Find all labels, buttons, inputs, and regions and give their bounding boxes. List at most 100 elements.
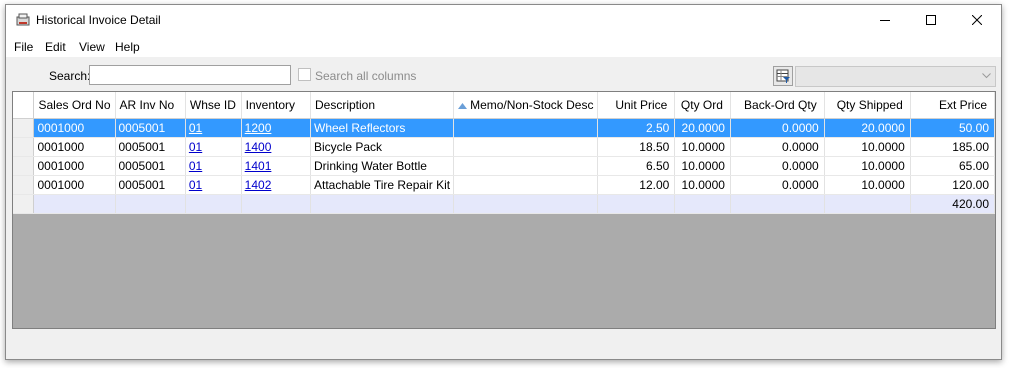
cell-qty-ord: 10.0000 (674, 156, 731, 176)
cell-ext-price: 185.00 (910, 137, 995, 157)
total-cell (33, 194, 116, 214)
close-button[interactable] (954, 5, 1000, 35)
row-selector (13, 194, 35, 214)
col-header-sales-ord-no[interactable]: Sales Ord No (33, 92, 116, 119)
search-all-columns-label: Search all columns (315, 69, 417, 83)
col-header-back-ord-qty[interactable]: Back-Ord Qty (730, 92, 825, 119)
cell-whse-id: 01 (185, 137, 242, 157)
col-header-description[interactable]: Description (310, 92, 455, 119)
cell-description: Wheel Reflectors (310, 118, 455, 138)
menu-help[interactable]: Help (115, 40, 140, 54)
col-header-ext-price[interactable]: Ext Price (910, 92, 995, 119)
row-selector[interactable] (13, 156, 35, 176)
cell-ar-inv-no: 0005001 (115, 175, 186, 195)
cell-description: Attachable Tire Repair Kit (310, 175, 455, 195)
cell-qty-ord: 20.0000 (674, 118, 731, 138)
sort-ascending-icon (458, 102, 468, 109)
close-icon (972, 15, 982, 25)
cell-whse-id: 01 (185, 118, 242, 138)
cell-memo (453, 175, 599, 195)
cell-description: Drinking Water Bottle (310, 156, 455, 176)
cell-unit-price: 12.00 (597, 175, 676, 195)
cell-whse-id: 01 (185, 156, 242, 176)
cell-inventory: 1402 (241, 175, 312, 195)
cell-memo (453, 156, 599, 176)
table-row[interactable]: 0001000 0005001 01 1401 Drinking Water B… (13, 156, 995, 176)
total-cell (115, 194, 186, 214)
col-header-ar-inv-no[interactable]: AR Inv No (115, 92, 186, 119)
search-label: Search: (49, 69, 91, 83)
cell-unit-price: 6.50 (597, 156, 676, 176)
filter-dropdown[interactable] (795, 66, 996, 87)
inventory-link[interactable]: 1402 (245, 178, 272, 192)
whse-id-link[interactable]: 01 (189, 140, 202, 154)
cell-qty-shipped: 10.0000 (824, 137, 911, 157)
minimize-button[interactable] (862, 5, 908, 35)
total-cell (674, 194, 731, 214)
col-header-inventory[interactable]: Inventory (241, 92, 312, 119)
filter-button[interactable] (773, 66, 793, 86)
cell-sales-ord-no: 0001000 (33, 137, 116, 157)
cell-back-ord-qty: 0.0000 (730, 175, 825, 195)
cell-ar-inv-no: 0005001 (115, 156, 186, 176)
cell-inventory: 1200 (241, 118, 312, 138)
cell-ext-price: 65.00 (910, 156, 995, 176)
menu-bar: File Edit View Help (6, 35, 1001, 57)
menu-view[interactable]: View (79, 40, 105, 54)
col-header-unit-price[interactable]: Unit Price (597, 92, 676, 119)
table-row[interactable]: 0001000 0005001 01 1402 Attachable Tire … (13, 175, 995, 195)
cell-memo (453, 137, 599, 157)
cell-inventory: 1400 (241, 137, 312, 157)
inventory-link[interactable]: 1200 (245, 121, 272, 135)
maximize-button[interactable] (908, 5, 954, 35)
minimize-icon (880, 20, 890, 21)
invoice-detail-grid[interactable]: Sales Ord No AR Inv No Whse ID Inventory… (12, 91, 996, 329)
col-header-memo[interactable]: Memo/Non-Stock Desc (453, 92, 599, 119)
row-selector[interactable] (13, 175, 35, 195)
cell-unit-price: 2.50 (597, 118, 676, 138)
whse-id-link[interactable]: 01 (189, 159, 202, 173)
inventory-link[interactable]: 1400 (245, 140, 272, 154)
filter-icon (776, 69, 790, 83)
inventory-link[interactable]: 1401 (245, 159, 272, 173)
col-header-memo-label: Memo/Non-Stock Desc (470, 98, 594, 112)
menu-edit[interactable]: Edit (45, 40, 66, 54)
title-bar[interactable]: Historical Invoice Detail (6, 5, 1001, 35)
invoice-detail-table: Sales Ord No AR Inv No Whse ID Inventory… (13, 92, 995, 214)
window-title: Historical Invoice Detail (36, 13, 161, 27)
maximize-icon (926, 15, 936, 25)
cell-ar-inv-no: 0005001 (115, 137, 186, 157)
search-toolbar: Search: Search all columns (6, 57, 1001, 91)
col-header-qty-ord[interactable]: Qty Ord (674, 92, 731, 119)
cell-back-ord-qty: 0.0000 (730, 156, 825, 176)
search-input[interactable] (89, 65, 291, 85)
totals-row: 420.00 (13, 194, 995, 214)
whse-id-link[interactable]: 01 (189, 121, 202, 135)
cell-sales-ord-no: 0001000 (33, 118, 116, 138)
cell-whse-id: 01 (185, 175, 242, 195)
cell-qty-shipped: 10.0000 (824, 156, 911, 176)
col-header-qty-shipped[interactable]: Qty Shipped (824, 92, 911, 119)
total-cell (730, 194, 825, 214)
search-all-columns-checkbox[interactable] (298, 68, 311, 81)
cell-back-ord-qty: 0.0000 (730, 137, 825, 157)
row-selector[interactable] (13, 137, 35, 157)
menu-file[interactable]: File (14, 40, 33, 54)
cell-unit-price: 18.50 (597, 137, 676, 157)
table-row[interactable]: 0001000 0005001 01 1400 Bicycle Pack 18.… (13, 137, 995, 157)
cell-description: Bicycle Pack (310, 137, 455, 157)
table-row[interactable]: 0001000 0005001 01 1200 Wheel Reflectors… (13, 118, 995, 138)
cell-back-ord-qty: 0.0000 (730, 118, 825, 138)
cell-sales-ord-no: 0001000 (33, 175, 116, 195)
total-cell (453, 194, 599, 214)
total-ext-price: 420.00 (910, 194, 995, 214)
whse-id-link[interactable]: 01 (189, 178, 202, 192)
cell-sales-ord-no: 0001000 (33, 156, 116, 176)
total-cell (241, 194, 312, 214)
historical-invoice-window: Historical Invoice Detail File Edit View… (5, 4, 1002, 360)
row-selector[interactable] (13, 118, 35, 138)
total-cell (310, 194, 455, 214)
cell-ext-price: 50.00 (910, 118, 995, 138)
col-header-whse-id[interactable]: Whse ID (185, 92, 242, 119)
cell-ext-price: 120.00 (910, 175, 995, 195)
